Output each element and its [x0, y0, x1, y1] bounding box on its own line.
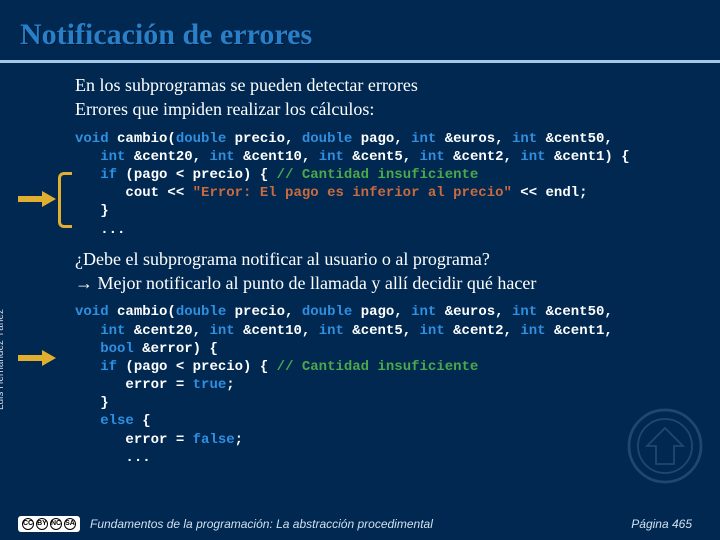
- slide-footer: CC BY NC SA Fundamentos de la programaci…: [0, 516, 720, 532]
- bracket-highlight-icon: [58, 172, 72, 228]
- cc-icon: CC: [22, 518, 34, 530]
- code-block-2: void cambio(double precio, double pago, …: [75, 303, 690, 467]
- slide-title: Notificación de errores: [20, 18, 700, 52]
- code-block-1: void cambio(double precio, double pago, …: [75, 130, 690, 239]
- sa-icon: SA: [64, 518, 76, 530]
- footer-subject: Fundamentos de la programación: La abstr…: [80, 517, 631, 531]
- page-number: Página 465: [631, 517, 692, 531]
- cc-license-badge: CC BY NC SA: [18, 516, 80, 532]
- slide-content: En los subprogramas se pueden detectar e…: [0, 63, 720, 467]
- title-bar: Notificación de errores: [0, 0, 720, 63]
- nc-icon: NC: [50, 518, 62, 530]
- intro-line-2: Errores que impiden realizar los cálculo…: [75, 97, 690, 121]
- question-line-2: → Mejor notificarlo al punto de llamada …: [75, 271, 690, 295]
- by-icon: BY: [36, 518, 48, 530]
- intro-line-1: En los subprogramas se pueden detectar e…: [75, 73, 690, 97]
- question-line-1: ¿Debe el subprograma notificar al usuari…: [75, 247, 690, 271]
- question-text: ¿Debe el subprograma notificar al usuari…: [75, 247, 690, 296]
- arrow-right-icon: [18, 192, 58, 206]
- author-label: Luis Hernández Yáñez: [0, 309, 6, 410]
- arrow-right-icon: [18, 351, 58, 365]
- intro-text: En los subprogramas se pueden detectar e…: [75, 73, 690, 122]
